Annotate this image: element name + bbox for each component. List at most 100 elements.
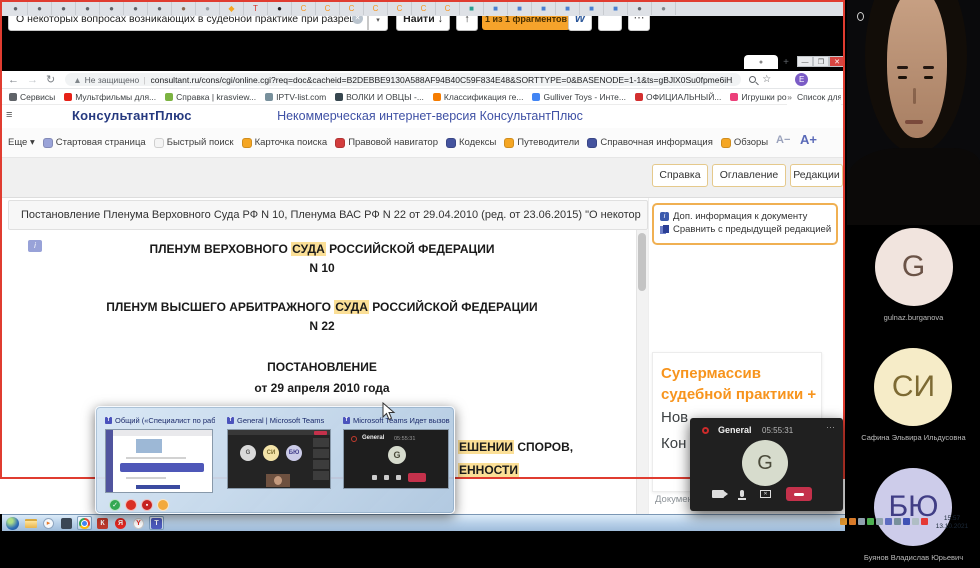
toolbar-button[interactable]: Быстрый поиск — [154, 137, 234, 148]
maximize-button[interactable]: ❒ — [813, 56, 829, 67]
browser-tab[interactable]: ● — [172, 2, 196, 15]
tray-icon[interactable] — [840, 518, 847, 525]
bookmarks-overflow-chevron[interactable]: » — [787, 92, 792, 102]
browser-tab[interactable]: ■ — [484, 2, 508, 15]
bookmark-item[interactable]: ОФИЦИАЛЬНЫЙ... — [635, 92, 721, 102]
browser-tab[interactable]: C — [340, 2, 364, 15]
scrollbar-thumb[interactable] — [638, 233, 646, 291]
browser-tab[interactable]: ● — [148, 2, 172, 15]
browser-tab[interactable]: ■ — [508, 2, 532, 15]
more-menu-button[interactable]: Еще ▾ — [8, 137, 35, 148]
taskbar-app[interactable] — [59, 516, 74, 530]
bookmark-item[interactable]: ВОЛКИ И ОВЦЫ -... — [335, 92, 424, 102]
camera-button[interactable] — [712, 490, 724, 498]
status-button[interactable] — [125, 499, 137, 511]
browser-tab[interactable]: ◆ — [220, 2, 244, 15]
tray-icon[interactable] — [858, 518, 865, 525]
toolbar-button[interactable]: Путеводители — [504, 137, 579, 148]
consultant-logo[interactable]: КонсультантПлюс — [72, 108, 192, 123]
taskbar-yandex[interactable]: Я — [113, 516, 128, 530]
browser-tab[interactable]: ● — [100, 2, 124, 15]
status-button[interactable]: ✓ — [109, 499, 121, 511]
new-tab-button[interactable]: + — [778, 56, 794, 69]
taskbar-chrome[interactable] — [77, 516, 92, 530]
status-button[interactable]: ▪ — [141, 499, 153, 511]
browser-tab[interactable]: ● — [124, 2, 148, 15]
close-button[interactable]: ✕ — [829, 56, 845, 67]
browser-tab[interactable]: C — [292, 2, 316, 15]
tray-icon[interactable] — [867, 518, 874, 525]
zoom-lens-icon[interactable] — [749, 76, 756, 83]
microphone-button[interactable] — [740, 490, 744, 497]
tray-icon[interactable] — [894, 518, 901, 525]
bookmark-item[interactable]: Gulliver Toys - Инте... — [532, 92, 625, 102]
browser-tab[interactable]: ● — [52, 2, 76, 15]
browser-tab[interactable]: T — [244, 2, 268, 15]
toolbar-button[interactable]: Кодексы — [446, 137, 496, 148]
compare-edition-link[interactable]: Сравнить с предыдущей редакцией — [660, 224, 830, 235]
tray-icon[interactable] — [885, 518, 892, 525]
more-options-icon[interactable]: ⋯ — [826, 422, 835, 433]
bookmark-item[interactable]: Классификация ге... — [433, 92, 524, 102]
browser-tab[interactable]: C — [364, 2, 388, 15]
browser-tab[interactable]: ■ — [604, 2, 628, 15]
taskbar-red-app[interactable]: К — [95, 516, 110, 530]
forward-icon[interactable]: → — [27, 74, 38, 86]
toolbar-button[interactable]: Правовой навигатор — [335, 137, 438, 148]
font-smaller-button[interactable]: А− — [776, 134, 790, 146]
hangup-button[interactable] — [786, 487, 812, 501]
browser-tab[interactable]: C — [412, 2, 436, 15]
toolbar-button[interactable]: Карточка поиска — [242, 137, 328, 148]
profile-avatar[interactable]: E — [795, 73, 808, 86]
reload-icon[interactable]: ↻ — [46, 73, 55, 86]
browser-tab[interactable]: ● — [196, 2, 220, 15]
tray-icon[interactable] — [912, 518, 919, 525]
toolbar-button[interactable]: Справочная информация — [587, 137, 713, 148]
status-button[interactable] — [157, 499, 169, 511]
taskbar-media-player[interactable]: ▸ — [41, 516, 56, 530]
browser-tab[interactable]: ■ — [556, 2, 580, 15]
tray-icon[interactable] — [876, 518, 883, 525]
taskbar-teams[interactable]: T — [149, 516, 164, 530]
bookmark-star-icon[interactable]: ☆ — [762, 74, 771, 85]
bookmark-item[interactable]: IPTV-list.com — [265, 92, 326, 102]
browser-tab[interactable]: ● — [628, 2, 652, 15]
tab-spravka[interactable]: Справка — [652, 164, 708, 187]
browser-tab[interactable]: ● — [268, 2, 292, 15]
browser-tab[interactable]: ● — [4, 2, 28, 15]
reading-list-button[interactable]: Список для чтения — [797, 92, 841, 102]
taskbar-y-browser[interactable]: Y — [131, 516, 146, 530]
doc-extra-info-link[interactable]: iДоп. информация к документу — [660, 211, 830, 222]
browser-tab[interactable]: ■ — [532, 2, 556, 15]
browser-tab[interactable]: C — [316, 2, 340, 15]
url-bar[interactable]: ▲ Не защищено | consultant.ru/cons/cgi/o… — [65, 73, 741, 86]
bookmark-item[interactable]: Справка | krasview... — [165, 92, 256, 102]
bookmark-item[interactable]: Сервисы — [9, 92, 55, 102]
browser-tab[interactable]: ■ — [460, 2, 484, 15]
toolbar-button[interactable]: Обзоры — [721, 137, 768, 148]
preview-thumbnail-meeting[interactable]: G СИ БЮ — [227, 429, 331, 489]
browser-tab[interactable]: ● — [28, 2, 52, 15]
toolbar-button[interactable]: Стартовая страница — [43, 137, 146, 148]
preview-thumbnail-chat[interactable] — [105, 429, 213, 493]
stop-share-button[interactable]: ✕ — [760, 490, 771, 498]
tray-icon[interactable] — [921, 518, 928, 525]
system-tray[interactable] — [838, 518, 928, 525]
active-tab[interactable]: ● — [744, 55, 778, 69]
preview-thumbnail-call[interactable]: General 05:55:31 G — [343, 429, 449, 489]
bookmark-item[interactable]: Мультфильмы для... — [64, 92, 156, 102]
minimize-button[interactable]: — — [797, 56, 813, 67]
browser-tab[interactable]: ● — [76, 2, 100, 15]
start-button[interactable] — [5, 516, 20, 530]
taskbar-clock[interactable]: 15:57 13.10.2021 — [930, 515, 974, 530]
browser-tab[interactable]: ■ — [580, 2, 604, 15]
tab-redakcii[interactable]: Редакции — [790, 164, 843, 187]
tray-icon[interactable] — [849, 518, 856, 525]
tab-oglavlenie[interactable]: Оглавление — [712, 164, 786, 187]
taskbar-explorer[interactable] — [23, 516, 38, 530]
teams-mini-call-window[interactable]: General 05:55:31 ⋯ G ✕ — [690, 418, 843, 511]
browser-tab[interactable]: C — [436, 2, 460, 15]
browser-tab[interactable]: ● — [652, 2, 676, 15]
browser-tab[interactable]: C — [388, 2, 412, 15]
back-icon[interactable]: ← — [8, 74, 19, 86]
